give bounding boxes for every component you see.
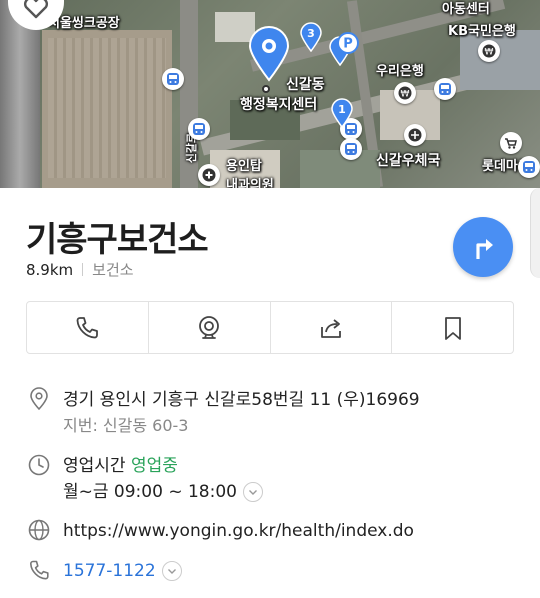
clock-icon (26, 453, 52, 479)
svg-text:₩: ₩ (485, 48, 494, 58)
meta-divider (82, 263, 84, 276)
bus-stop-icon[interactable] (518, 156, 540, 178)
map-view[interactable]: 서울씽크공장 아동센터 KB국민은행 우리은행 신갈동 행정복지센터 용인탑 내… (0, 0, 540, 188)
panel-edge-handle[interactable] (530, 188, 540, 278)
globe-icon (26, 518, 52, 544)
chevron-down-icon (167, 569, 176, 574)
bus-stop-icon[interactable] (162, 68, 184, 90)
numbered-pin-icon[interactable]: 3 (299, 22, 323, 52)
map-lot-texture (48, 38, 166, 178)
phone-row: 1577-1122 (26, 558, 182, 584)
directions-icon (476, 239, 493, 259)
lot-address-text: 지번: 신갈동 60-3 (63, 416, 189, 435)
map-label-yongin-tap: 용인탑 (226, 159, 262, 174)
hours-row: 영업시간 영업중 월~금 09:00 ~ 18:00 (26, 453, 263, 505)
address-text[interactable]: 경기 용인시 기흥구 신갈로58번길 11 (우)16969 (63, 387, 420, 413)
call-button[interactable] (27, 302, 149, 353)
website-row: https://www.yongin.go.kr/health/index.do (26, 518, 414, 544)
distance-label: 8.9km (26, 260, 74, 279)
share-button[interactable] (271, 302, 393, 353)
place-pin-icon[interactable] (247, 26, 291, 82)
place-meta: 8.9km 보건소 (26, 259, 134, 280)
map-building (300, 150, 380, 188)
svg-text:₩: ₩ (401, 90, 410, 100)
directions-button[interactable] (453, 217, 513, 277)
pin-badge-parking: P (343, 37, 353, 52)
map-label-clinic: 내과의원 (226, 178, 274, 188)
map-label-kb: KB국민은행 (448, 24, 516, 39)
category-label: 보건소 (92, 261, 134, 279)
place-title: 기흥구보건소 (26, 220, 209, 260)
numbered-pin-icon[interactable]: 1 (330, 98, 354, 128)
place-info-panel: 기흥구보건소 8.9km 보건소 경기 용인시 기흥구 신갈로58번길 11 (… (0, 188, 540, 598)
phone-expand-button[interactable] (161, 561, 182, 581)
bus-stop-icon[interactable] (340, 138, 362, 160)
action-bar (26, 301, 514, 354)
phone-icon (76, 316, 99, 338)
save-button[interactable] (392, 302, 513, 353)
map-label-post: 신갈우체국 (376, 153, 441, 169)
parking-pin-icon[interactable]: P (328, 30, 360, 66)
hours-label: 영업시간 (63, 456, 126, 476)
share-icon (320, 318, 341, 338)
bank-icon[interactable]: ₩ (478, 40, 500, 62)
post-office-icon[interactable] (404, 124, 426, 146)
map-label-center: 아동센터 (442, 2, 490, 17)
website-link[interactable]: https://www.yongin.go.kr/health/index.do (63, 518, 414, 544)
pin-badge-1: 1 (338, 103, 346, 116)
phone-link[interactable]: 1577-1122 (63, 561, 156, 581)
map-label-woori: 우리은행 (376, 64, 424, 79)
bus-stop-icon[interactable] (434, 78, 456, 100)
bookmark-icon (444, 316, 461, 340)
hours-expand-button[interactable] (242, 482, 263, 502)
address-row: 경기 용인시 기흥구 신갈로58번길 11 (우)16969 지번: 신갈동 6… (26, 387, 420, 439)
bus-stop-icon[interactable] (188, 118, 210, 140)
mart-icon[interactable] (500, 132, 522, 154)
phone-small-icon (26, 558, 52, 584)
map-label-welfare: 행정복지센터 (240, 97, 318, 113)
hospital-icon[interactable] (198, 164, 220, 186)
bank-icon[interactable]: ₩ (394, 82, 416, 104)
hours-text: 월~금 09:00 ~ 18:00 (63, 482, 237, 502)
map-building (460, 30, 540, 90)
heart-icon (23, 0, 49, 19)
map-label-singal: 신갈동 (286, 77, 325, 93)
location-icon (26, 387, 52, 413)
location-dot (262, 85, 270, 93)
pin-badge-3: 3 (307, 27, 315, 40)
chevron-down-icon (248, 490, 257, 495)
camera-icon (199, 315, 220, 339)
streetview-button[interactable] (149, 302, 271, 353)
open-status: 영업중 (130, 456, 178, 476)
